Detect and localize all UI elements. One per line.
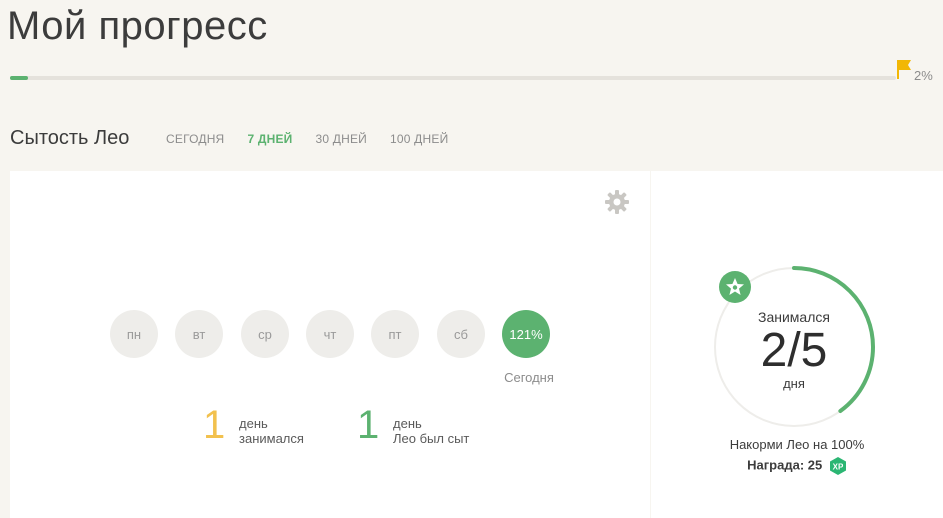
today-label: Сегодня [504,370,554,385]
day-tue: вт [175,310,223,358]
weekly-card: пн вт ср чт пт сб 121% Сегодня 1 день за… [10,171,650,518]
day-thu: чт [306,310,354,358]
stat-days-studied-text: день занимался [239,416,304,446]
section-title: Сытость Лео [10,127,130,149]
overall-progress-fill [10,76,28,80]
day-fri: пт [371,310,419,358]
stat-days-studied-value: 1 [203,403,226,447]
gear-icon[interactable] [604,189,630,215]
overall-progress-bar [10,76,896,80]
xp-icon: XP [829,457,846,475]
day-sat: сб [437,310,485,358]
goal-ring: Занимался 2/5 дня [713,266,875,428]
tab-30-days[interactable]: 30 ДНЕЙ [316,132,368,146]
page-title: Мой прогресс [7,4,268,48]
flag-icon [897,60,911,79]
star-badge-icon [719,271,751,303]
day-wed: ср [241,310,289,358]
reward-label: Награда: 25 [747,457,823,473]
goal-value: 2/5 [760,324,828,377]
stat-days-fed-value: 1 [357,403,380,447]
goal-card: Занимался 2/5 дня Накорми Лео на 100% На… [651,171,943,518]
day-mon: пн [110,310,158,358]
stat-days-fed-text: день Лео был сыт [393,416,470,446]
tab-7-days[interactable]: 7 ДНЕЙ [247,132,292,146]
goal-text: Накорми Лео на 100% [729,437,865,452]
progress-percent: 2% [914,68,933,83]
reward: Награда: 25 XP [651,457,943,475]
tab-100-days[interactable]: 100 ДНЕЙ [390,132,448,146]
tab-today[interactable]: СЕГОДНЯ [166,132,224,146]
xp-label: XP [833,463,844,472]
day-today: 121% [502,310,550,358]
goal-caption-bottom: дня [783,376,805,391]
period-tabs: СЕГОДНЯ 7 ДНЕЙ 30 ДНЕЙ 100 ДНЕЙ [166,132,471,146]
